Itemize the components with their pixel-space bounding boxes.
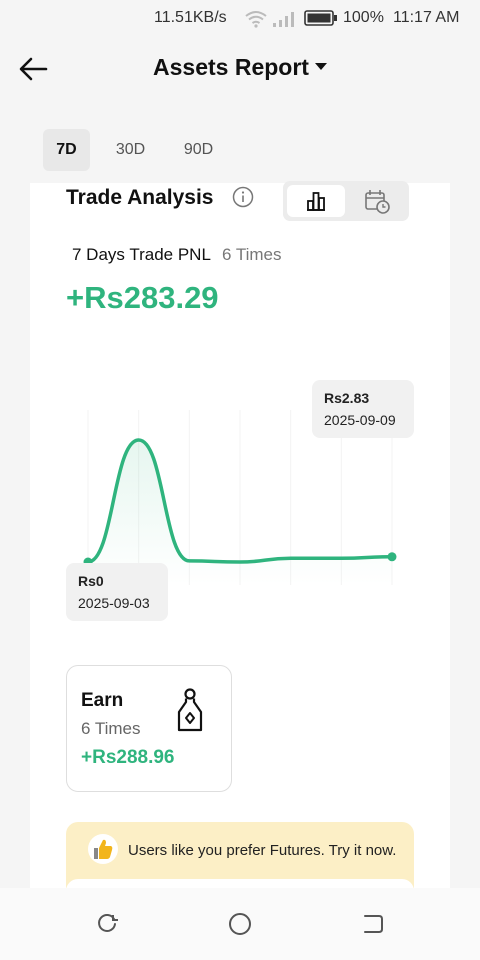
view-toggle [283,181,409,221]
chart-tooltip-start: Rs0 2025-09-03 [66,563,168,621]
battery-percent: 100% [343,9,384,26]
recent-apps-icon[interactable] [93,910,121,938]
promo-text: Users like you prefer Futures. Try it no… [128,842,397,859]
tooltip-value: Rs2.83 [324,390,370,406]
tab-30d[interactable]: 30D [107,129,154,171]
pnl-value: +Rs283.29 [66,280,219,315]
bar-chart-view-button[interactable] [287,185,345,217]
chart-point-end[interactable] [387,552,397,562]
trade-analysis-title: Trade Analysis [66,186,214,209]
tooltip-date: 2025-09-09 [324,412,396,428]
pnl-label: 7 Days Trade PNL [72,245,211,264]
bar-chart-icon [307,192,325,211]
tooltip-value: Rs0 [78,573,104,589]
status-bar: 11.51KB/s 100% 11:17 AM [0,0,480,36]
home-icon[interactable] [226,910,254,938]
info-icon[interactable] [232,186,254,208]
caret-down-icon [314,63,327,71]
tooltip-date: 2025-09-03 [78,595,150,611]
earn-value: +Rs288.96 [81,747,175,768]
earn-card[interactable]: Earn 6 Times +Rs288.96 [66,665,232,792]
wifi-icon [245,11,267,28]
network-speed: 11.51KB/s [154,9,227,26]
earn-times: 6 Times [81,719,141,738]
calendar-view-button[interactable] [347,185,405,217]
page-title-text: Assets Report [153,54,309,80]
tab-7d[interactable]: 7D [43,129,90,171]
signal-icon [273,12,294,27]
earn-jar-icon [177,688,203,732]
chart-tooltip-end: Rs2.83 2025-09-09 [312,380,414,438]
calendar-clock-icon [365,190,390,214]
earn-label: Earn [81,690,124,711]
promo-inner-card [66,879,414,888]
promo-banner[interactable]: Users like you prefer Futures. Try it no… [66,822,414,888]
thumbs-up-icon [88,834,118,864]
back-icon[interactable] [359,910,387,938]
tab-90d[interactable]: 90D [175,129,222,171]
pnl-times: 6 Times [222,245,282,264]
clock: 11:17 AM [393,9,460,26]
battery-icon [304,10,337,26]
page-title[interactable]: Assets Report [0,54,480,81]
